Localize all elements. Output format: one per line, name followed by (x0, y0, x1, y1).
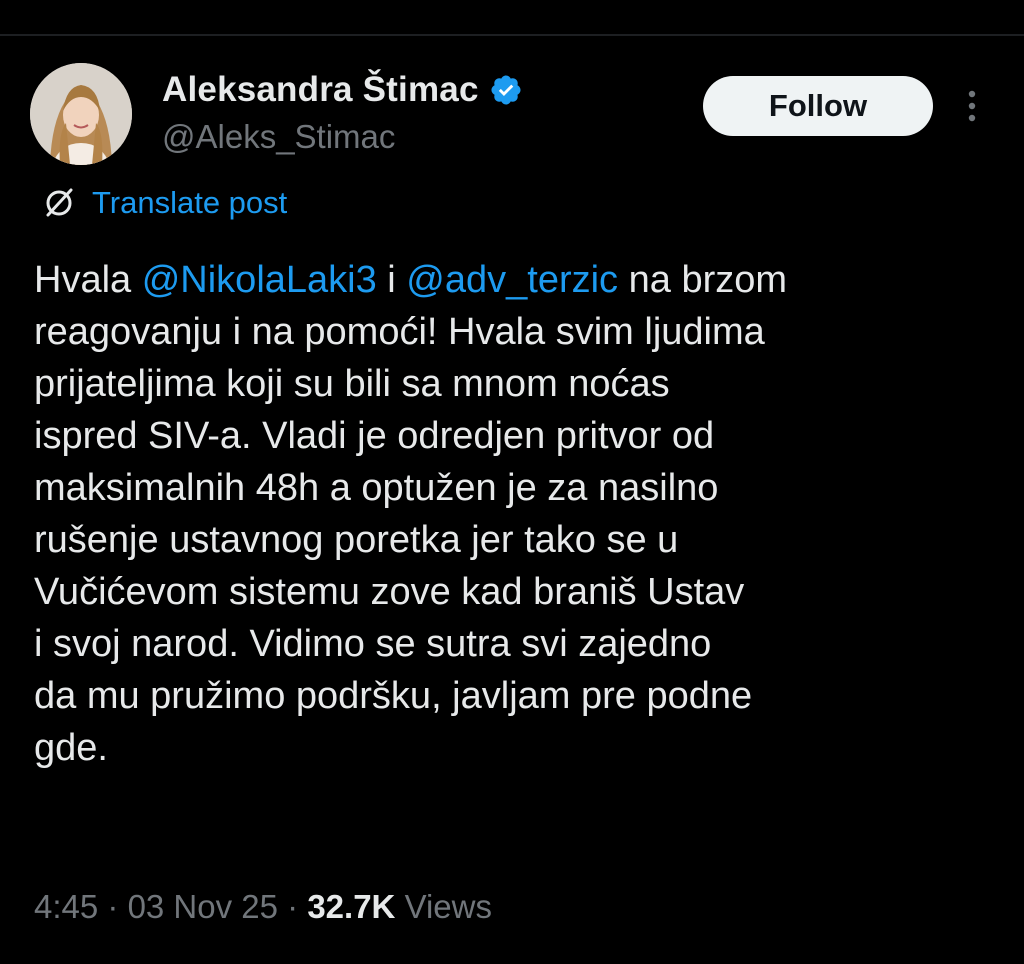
post-text-segment: ispred SIV-a. Vladi je odredjen pritvor … (34, 415, 715, 457)
translate-post-link[interactable]: Translate post (40, 182, 287, 224)
post-text-segment: gde. (34, 727, 108, 769)
post-text-line: Hvala @NikolaLaki3 i @adv_terzic na brzo… (34, 254, 994, 306)
top-divider (0, 34, 1024, 36)
verified-badge-icon[interactable] (489, 73, 523, 107)
post-body: Hvala @NikolaLaki3 i @adv_terzic na brzo… (34, 254, 994, 774)
more-vertical-icon[interactable] (957, 86, 987, 126)
author-name-row[interactable]: Aleksandra Štimac (162, 68, 523, 112)
post-text-segment: prijateljima koji su bili sa mnom noćas (34, 363, 670, 405)
post-text-segment: i (376, 259, 407, 301)
post-date[interactable]: 03 Nov 25 (128, 888, 278, 925)
post-text-segment: maksimalnih 48h a optužen je za nasilno (34, 467, 719, 509)
post-meta: 4:45 · 03 Nov 25 · 32.7K Views (34, 888, 492, 926)
author-handle[interactable]: @Aleks_Stimac (162, 118, 395, 156)
translate-post-label[interactable]: Translate post (92, 185, 287, 221)
post-text-segment: da mu pružimo podršku, javljam pre podne (34, 675, 753, 717)
avatar[interactable] (30, 63, 132, 165)
meta-separator: · (278, 888, 308, 925)
post-text-segment: na brzom (618, 259, 788, 301)
meta-separator: · (98, 888, 128, 925)
post-text-segment: rušenje ustavnog poretka jer tako se u (34, 519, 679, 561)
post-text-line: Vučićevom sistemu zove kad braniš Ustav (34, 566, 994, 618)
post-text-line: maksimalnih 48h a optužen je za nasilno (34, 462, 994, 514)
mention-link[interactable]: @NikolaLaki3 (142, 259, 377, 301)
translate-icon (46, 188, 73, 217)
post-text-line: da mu pružimo podršku, javljam pre podne (34, 670, 994, 722)
post-text-segment: Vučićevom sistemu zove kad braniš Ustav (34, 571, 745, 613)
post-text-line: gde. (34, 722, 994, 774)
post-time[interactable]: 4:45 (34, 888, 98, 925)
post-text-line: prijateljima koji su bili sa mnom noćas (34, 358, 994, 410)
post-text-segment: Hvala (34, 259, 142, 301)
views-label[interactable]: Views (405, 888, 492, 925)
views-count[interactable]: 32.7K (307, 888, 395, 925)
post-text-line: rušenje ustavnog poretka jer tako se u (34, 514, 994, 566)
author-display-name[interactable]: Aleksandra Štimac (162, 70, 479, 110)
post-text-line: reagovanju i na pomoći! Hvala svim ljudi… (34, 306, 994, 358)
post-text-segment: reagovanju i na pomoći! Hvala svim ljudi… (34, 311, 765, 353)
mention-link[interactable]: @adv_terzic (406, 259, 618, 301)
post-text-segment: i svoj narod. Vidimo se sutra svi zajedn… (34, 623, 712, 665)
post-text-line: ispred SIV-a. Vladi je odredjen pritvor … (34, 410, 994, 462)
post-text-line: i svoj narod. Vidimo se sutra svi zajedn… (34, 618, 994, 670)
avatar-photo (30, 63, 132, 165)
follow-button[interactable]: Follow (703, 76, 933, 136)
